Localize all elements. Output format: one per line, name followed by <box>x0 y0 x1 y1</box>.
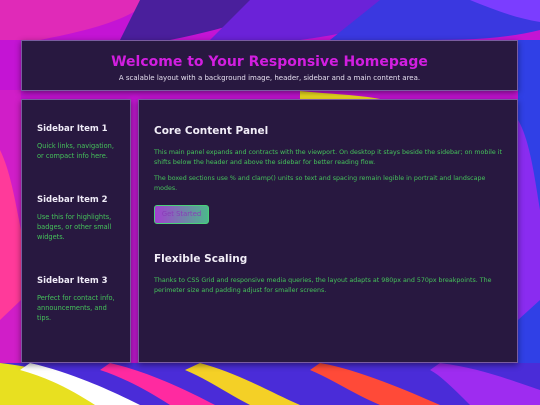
section-paragraph: Thanks to CSS Grid and responsive media … <box>154 277 492 294</box>
get-started-button[interactable]: Get Started <box>154 205 209 224</box>
sidebar-item-title: Sidebar Item 2 <box>37 195 108 205</box>
sidebar-item-text: Perfect for contact info, announcements,… <box>37 294 115 322</box>
page-header: Welcome to Your Responsive Homepage A sc… <box>21 40 518 91</box>
section-paragraph: The boxed sections use % and clamp() uni… <box>154 175 486 192</box>
section-title: Core Content Panel <box>154 125 269 137</box>
main-content: Core Content Panel This main panel expan… <box>138 99 518 363</box>
sidebar: Sidebar Item 1 Quick links, navigation, … <box>21 99 131 363</box>
sidebar-item-1: Sidebar Item 1 Quick links, navigation, … <box>37 124 116 161</box>
section-paragraph: This main panel expands and contracts wi… <box>154 149 502 166</box>
section-flexible-scaling: Flexible Scaling Thanks to CSS Grid and … <box>154 253 502 296</box>
page-title: Welcome to Your Responsive Homepage <box>111 54 428 70</box>
sidebar-item-text: Use this for highlights, badges, or othe… <box>37 213 112 241</box>
sidebar-item-2: Sidebar Item 2 Use this for highlights, … <box>37 195 116 242</box>
sidebar-item-text: Quick links, navigation, or compact info… <box>37 142 114 160</box>
page-subtitle: A scalable layout with a background imag… <box>118 74 421 82</box>
sidebar-item-title: Sidebar Item 1 <box>37 124 108 134</box>
section-core-content: Core Content Panel This main panel expan… <box>154 125 502 224</box>
section-title: Flexible Scaling <box>154 253 248 265</box>
sidebar-item-3: Sidebar Item 3 Perfect for contact info,… <box>37 276 116 323</box>
sidebar-item-title: Sidebar Item 3 <box>37 276 108 286</box>
